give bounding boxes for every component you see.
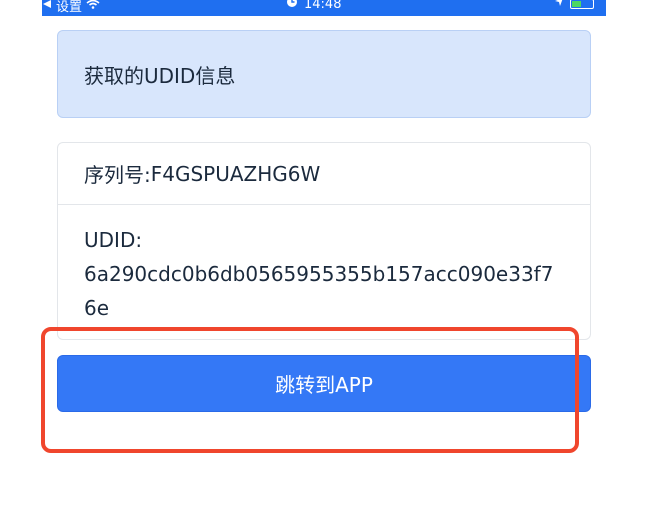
serial-number-label: 序列号: [84,163,151,187]
page: 设置 14:48 获取的UDID信息 序列号: F4GSPUAZHG6W UDI… [0,0,666,520]
udid-value: 6a290cdc0b6db0565955355b157acc090e33f76e [84,262,554,320]
device-details-card: 序列号: F4GSPUAZHG6W UDID: 6a290cdc0b6db056… [57,142,591,340]
serial-number-row: 序列号: F4GSPUAZHG6W [58,143,590,205]
battery-fill [572,0,581,7]
status-bar-left: 设置 [42,0,100,15]
page-title: 获取的UDID信息 [84,63,236,88]
status-bar-center: 14:48 [286,0,341,12]
back-arrow-icon[interactable] [42,0,52,13]
udid-info-header: 获取的UDID信息 [57,30,591,118]
location-icon [554,0,564,11]
battery-icon [570,0,594,9]
udid-row: UDID: 6a290cdc0b6db0565955355b157acc090e… [58,205,590,325]
alarm-icon [286,0,298,12]
serial-number-value: F4GSPUAZHG6W [150,161,321,186]
wifi-icon [86,0,100,13]
status-bar: 设置 14:48 [42,0,606,16]
status-bar-right [554,0,594,11]
jump-to-app-button[interactable]: 跳转到APP [57,355,591,412]
udid-label: UDID: [84,228,143,252]
status-time: 14:48 [304,0,342,12]
carrier-label[interactable]: 设置 [56,0,82,15]
